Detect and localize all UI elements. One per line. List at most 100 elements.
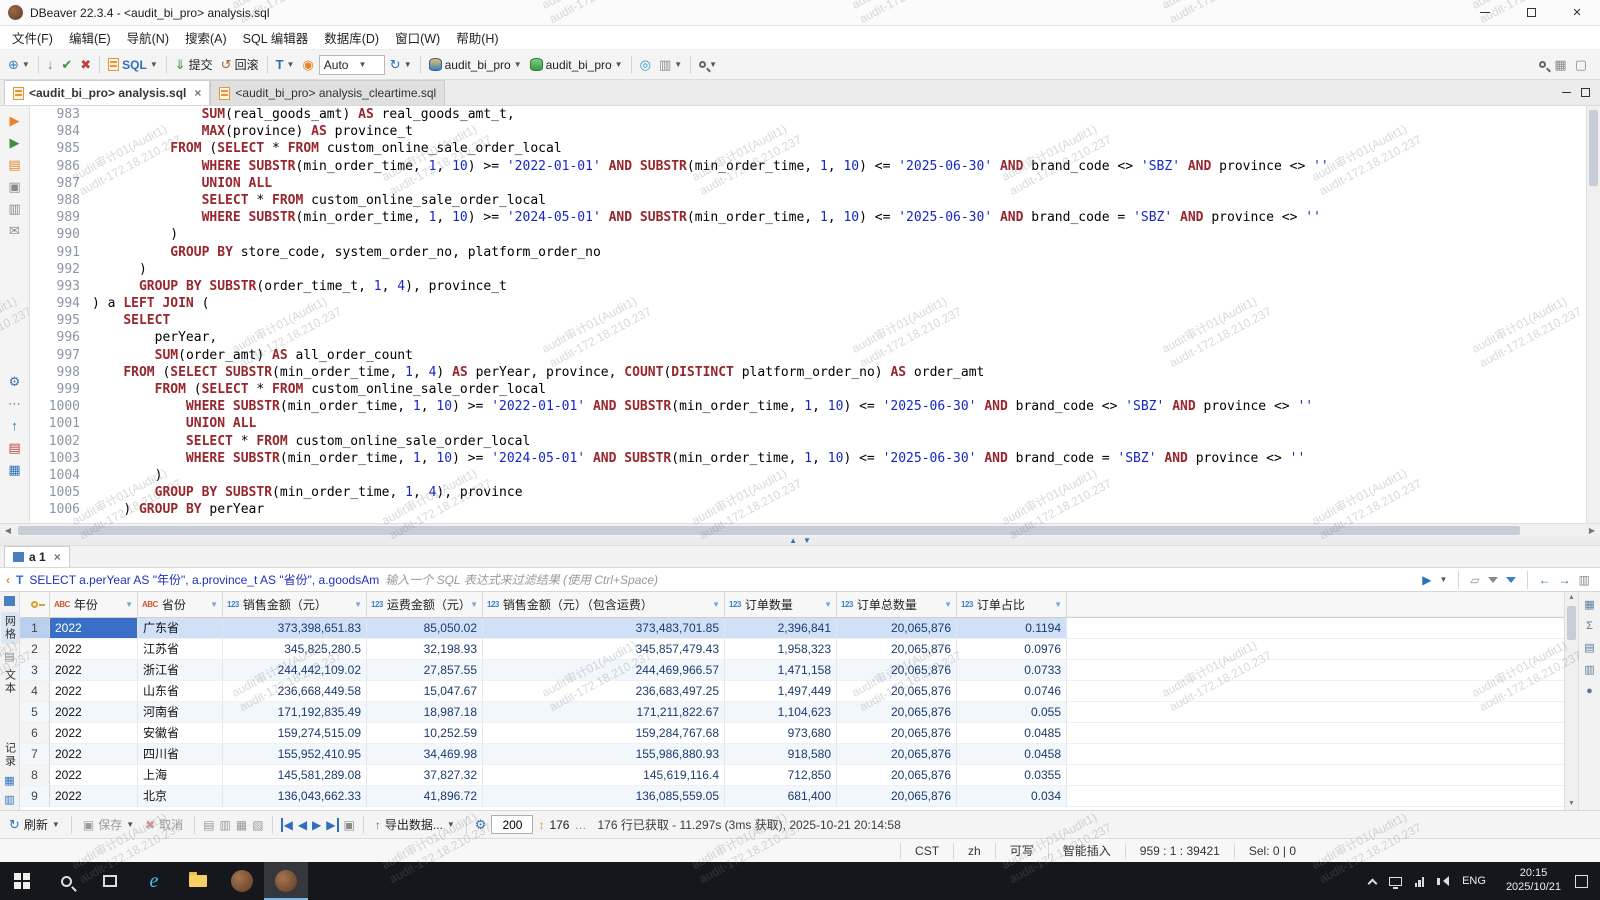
edit-row-icon[interactable]: ▧ bbox=[252, 818, 263, 832]
close-button[interactable]: × bbox=[1554, 0, 1600, 25]
grid-cell[interactable]: 20,065,876 bbox=[837, 786, 957, 807]
settings-gear-icon[interactable]: ⚙ bbox=[9, 375, 21, 388]
column-header[interactable]: ABC省份▼ bbox=[138, 592, 223, 617]
copy-icon[interactable]: ▣ bbox=[8, 180, 20, 193]
column-header[interactable]: 123销售金额（元）▼ bbox=[223, 592, 367, 617]
grid-cell[interactable]: 四川省 bbox=[138, 744, 223, 765]
column-filter-icon[interactable]: ▼ bbox=[824, 592, 832, 617]
grid-cell[interactable]: 244,469,966.57 bbox=[483, 660, 725, 681]
menu-item[interactable]: SQL 编辑器 bbox=[235, 26, 317, 49]
grid-cell[interactable]: 236,683,497.25 bbox=[483, 681, 725, 702]
execute-statement-icon[interactable]: ▶ bbox=[10, 114, 20, 127]
results-tab-close-icon[interactable]: × bbox=[54, 550, 61, 564]
start-button[interactable] bbox=[0, 862, 44, 900]
network-tray-icon[interactable] bbox=[1415, 876, 1425, 887]
filter-settings-icon[interactable] bbox=[1488, 577, 1498, 583]
filter-input[interactable]: 输入一个 SQL 表达式来过滤结果 (使用 Ctrl+Space) bbox=[385, 571, 1416, 588]
delete-row-icon[interactable]: ▦ bbox=[236, 818, 247, 832]
panel-sash[interactable]: ▲▼ bbox=[0, 537, 1600, 546]
grid-cell[interactable]: 0.0355 bbox=[957, 765, 1067, 786]
grid-cell[interactable]: 681,400 bbox=[725, 786, 837, 807]
grid-cell[interactable]: 1,471,158 bbox=[725, 660, 837, 681]
view-tab-grid[interactable]: 网格 bbox=[1, 612, 19, 644]
column-header[interactable]: 123订单数量▼ bbox=[725, 592, 837, 617]
maximize-view-icon[interactable] bbox=[1581, 88, 1590, 97]
grid-vertical-scrollbar[interactable]: ▲ ▼ bbox=[1564, 592, 1578, 810]
grid-cell[interactable]: 0.0733 bbox=[957, 660, 1067, 681]
next-page-icon[interactable]: ▶ bbox=[312, 818, 321, 832]
text-view-icon[interactable]: ▤ bbox=[4, 650, 14, 663]
column-header[interactable]: 123运费金额（元）▼ bbox=[367, 592, 483, 617]
sql-editor-button[interactable]: SQL▼ bbox=[105, 53, 161, 77]
save-button[interactable]: ▣保存▼ bbox=[80, 814, 137, 836]
grid-cell[interactable]: 145,619,116.4 bbox=[483, 765, 725, 786]
grid-cell[interactable]: 20,065,876 bbox=[837, 744, 957, 765]
panel-preview-icon[interactable]: ● bbox=[1586, 685, 1593, 697]
grid-cell[interactable]: 20,065,876 bbox=[837, 723, 957, 744]
row-number[interactable]: 3 bbox=[20, 660, 50, 681]
data-grid[interactable]: ABC年份▼ABC省份▼123销售金额（元）▼123运费金额（元）▼123销售金… bbox=[20, 592, 1564, 810]
grid-cell[interactable]: 安徽省 bbox=[138, 723, 223, 744]
transaction-filter-button[interactable]: T▼ bbox=[273, 53, 298, 77]
sql-editor[interactable]: ▶ ▶ ▤ ▣ ▥ ✉ ⚙ ⋯ ↑ ▤ ▦ 983 SUM(real_goods… bbox=[0, 106, 1600, 523]
grid-cell[interactable]: 34,469.98 bbox=[367, 744, 483, 765]
maximize-button[interactable] bbox=[1508, 0, 1554, 25]
dbeaver-taskbar-icon[interactable] bbox=[220, 862, 264, 900]
column-filter-icon[interactable]: ▼ bbox=[354, 592, 362, 617]
search-dropdown-button[interactable]: ▼ bbox=[696, 53, 720, 77]
grid-cell[interactable]: 145,581,289.08 bbox=[223, 765, 367, 786]
grid-cell[interactable]: 2022 bbox=[50, 681, 138, 702]
panel-refs-icon[interactable]: ▥ bbox=[1584, 663, 1594, 676]
taskbar-clock[interactable]: 20:15 2025/10/21 bbox=[1496, 867, 1571, 895]
grid-cell[interactable]: 上海 bbox=[138, 765, 223, 786]
quick-search-icon[interactable] bbox=[1539, 61, 1546, 68]
scroll-left-icon[interactable]: ◀ bbox=[0, 526, 16, 535]
grid-cell[interactable]: 2022 bbox=[50, 639, 138, 660]
refresh-button[interactable]: ↻刷新▼ bbox=[6, 814, 63, 836]
last-page-icon[interactable]: ▶ bbox=[326, 818, 338, 832]
more-icon[interactable]: ⋯ bbox=[8, 397, 21, 410]
prev-page-icon[interactable]: ◀ bbox=[298, 818, 307, 832]
execute-script-icon[interactable]: ▶ bbox=[10, 136, 20, 149]
column-header[interactable]: 123订单占比▼ bbox=[957, 592, 1067, 617]
menu-item[interactable]: 文件(F) bbox=[4, 26, 61, 49]
menu-item[interactable]: 帮助(H) bbox=[448, 26, 506, 49]
fetch-size-input[interactable] bbox=[491, 815, 533, 834]
grid-cell[interactable]: 0.0746 bbox=[957, 681, 1067, 702]
tray-expand-icon[interactable] bbox=[1367, 878, 1377, 888]
grid-cell[interactable]: 江苏省 bbox=[138, 639, 223, 660]
grid-cell[interactable]: 171,192,835.49 bbox=[223, 702, 367, 723]
grid-cell[interactable]: 27,857.55 bbox=[367, 660, 483, 681]
grid-cell[interactable]: 0.1194 bbox=[957, 618, 1067, 639]
new-connection-button[interactable]: ⊕▼ bbox=[5, 53, 33, 77]
mail-icon[interactable]: ✉ bbox=[9, 224, 20, 237]
row-number[interactable]: 1 bbox=[20, 618, 50, 639]
grid-cell[interactable]: 41,896.72 bbox=[367, 786, 483, 807]
focus-row-icon[interactable]: ▣ bbox=[344, 818, 355, 832]
overflow-icon[interactable]: … bbox=[574, 818, 586, 832]
column-filter-icon[interactable]: ▼ bbox=[944, 592, 952, 617]
editor-horizontal-scrollbar[interactable]: ◀ ▶ bbox=[0, 523, 1600, 537]
commit-check-button[interactable]: ✔ bbox=[58, 53, 75, 77]
panel-icon[interactable]: ▥ bbox=[4, 793, 14, 806]
display-tray-icon[interactable] bbox=[1389, 877, 1402, 886]
grid-cell[interactable]: 136,085,559.05 bbox=[483, 786, 725, 807]
grid-cell[interactable]: 浙江省 bbox=[138, 660, 223, 681]
connection-selector[interactable]: audit_bi_pro▼ bbox=[426, 53, 525, 77]
taskbar-search-icon[interactable] bbox=[44, 862, 88, 900]
grid-cell[interactable]: 0.055 bbox=[957, 702, 1067, 723]
menu-item[interactable]: 搜索(A) bbox=[177, 26, 235, 49]
column-filter-icon[interactable]: ▼ bbox=[210, 592, 218, 617]
transaction-log-button[interactable]: ↻▼ bbox=[387, 53, 415, 77]
grid-cell[interactable]: 712,850 bbox=[725, 765, 837, 786]
filter-icon[interactable] bbox=[1506, 577, 1516, 583]
grid-cell[interactable]: 20,065,876 bbox=[837, 618, 957, 639]
grid-cell[interactable]: 85,050.02 bbox=[367, 618, 483, 639]
row-number[interactable]: 7 bbox=[20, 744, 50, 765]
grid-cell[interactable]: 0.0485 bbox=[957, 723, 1067, 744]
history-back-icon[interactable]: ← bbox=[1539, 573, 1551, 587]
grid-cell[interactable]: 山东省 bbox=[138, 681, 223, 702]
grid-cell[interactable]: 973,680 bbox=[725, 723, 837, 744]
menu-item[interactable]: 导航(N) bbox=[119, 26, 177, 49]
grid-cell[interactable]: 15,047.67 bbox=[367, 681, 483, 702]
